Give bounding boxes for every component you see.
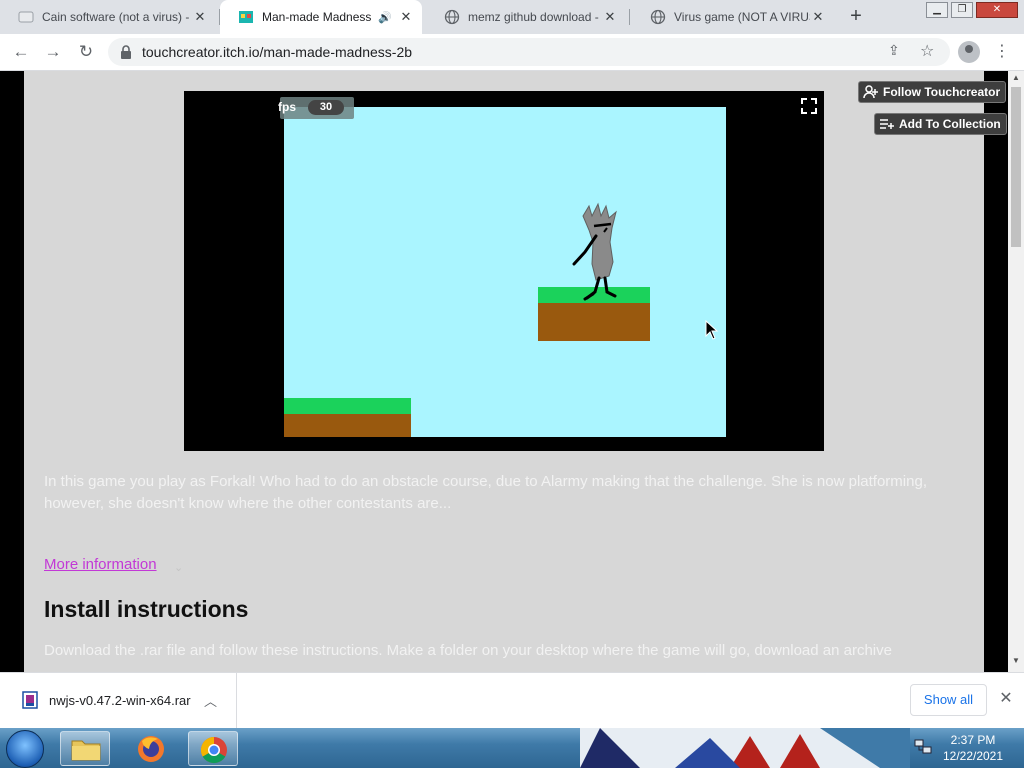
fps-label: fps [278, 100, 296, 114]
game-page-content: fps 30 In this game you play as Forkal! … [24, 71, 984, 672]
chevron-up-icon[interactable]: ︿ [204, 691, 217, 710]
rar-file-icon [22, 691, 38, 709]
follow-button[interactable]: Follow Touchcreator [858, 81, 1007, 103]
clock-date: 12/22/2021 [942, 749, 1004, 763]
network-icon[interactable] [914, 739, 932, 755]
chrome-icon [200, 736, 227, 764]
clock-time: 2:37 PM [950, 733, 996, 747]
close-tab-icon[interactable]: ✕ [398, 9, 414, 25]
itchio-favicon-icon [239, 11, 253, 23]
restore-window-button[interactable]: ❐ [951, 2, 973, 18]
taskbar-file-explorer[interactable] [60, 731, 110, 766]
globe-icon [444, 9, 460, 25]
game-canvas[interactable] [284, 107, 726, 437]
close-tab-icon[interactable]: ✕ [810, 9, 826, 25]
globe-icon [650, 9, 666, 25]
back-button[interactable]: ← [10, 41, 32, 63]
minimize-window-button[interactable]: ▁ [926, 2, 948, 18]
browser-menu-icon[interactable]: ⋮ [994, 41, 1010, 63]
game-frame[interactable]: fps 30 [184, 91, 824, 451]
fullscreen-icon[interactable] [801, 98, 817, 114]
install-instructions-text: Download the .rar file and follow these … [44, 642, 892, 659]
new-tab-button[interactable]: + [845, 6, 867, 28]
page-viewport: fps 30 In this game you play as Forkal! … [0, 71, 1008, 672]
speaker-icon[interactable]: 🔊 [378, 11, 392, 24]
ground-grass [284, 398, 411, 414]
more-information-link[interactable]: More information [44, 556, 157, 573]
download-file-name: nwjs-v0.47.2-win-x64.rar [49, 693, 191, 708]
folder-icon [71, 740, 101, 761]
tab-man-made-madness[interactable]: Man-made Madness 2 🔊 ✕ [220, 0, 422, 34]
ground-dirt [284, 414, 411, 437]
url-text[interactable]: touchcreator.itch.io/man-made-madness-2b [142, 44, 412, 60]
tab-memz-github[interactable]: memz github download - ✕ [426, 0, 626, 34]
show-all-downloads-button[interactable]: Show all [910, 684, 987, 716]
forkal-character [572, 202, 617, 301]
page-scrollbar[interactable]: ▲ ▼ [1008, 71, 1024, 672]
video-favicon-icon [18, 11, 34, 23]
windows-taskbar: 2:37 PM 12/22/2021 [0, 728, 1024, 768]
close-tab-icon[interactable]: ✕ [192, 9, 208, 25]
download-shelf: nwjs-v0.47.2-win-x64.rar ︿ Show all ✕ [0, 672, 1024, 729]
profile-avatar[interactable] [958, 41, 980, 63]
scroll-down-arrow[interactable]: ▼ [1008, 656, 1024, 668]
scroll-up-arrow[interactable]: ▲ [1008, 73, 1024, 85]
lock-icon[interactable] [118, 44, 134, 60]
taskbar-firefox[interactable] [126, 731, 176, 766]
system-clock[interactable]: 2:37 PM 12/22/2021 [940, 732, 1006, 764]
taskbar-chrome[interactable] [188, 731, 238, 766]
add-to-collection-button[interactable]: Add To Collection [874, 113, 1007, 135]
browser-toolbar: ← → ↻ touchcreator.itch.io/man-made-madn… [0, 34, 1024, 71]
bookmark-star-icon[interactable]: ☆ [920, 41, 934, 61]
close-window-button[interactable]: ✕ [976, 2, 1018, 18]
close-tab-icon[interactable]: ✕ [602, 9, 618, 25]
tab-strip: Cain software (not a virus) - Y ✕ Man-ma… [0, 0, 1024, 34]
install-instructions-heading: Install instructions [44, 596, 249, 622]
mouse-cursor-icon [705, 320, 719, 340]
share-icon[interactable]: ⇪ [888, 42, 900, 59]
close-download-shelf-icon[interactable]: ✕ [996, 689, 1016, 709]
reload-button[interactable]: ↻ [75, 41, 97, 63]
tab-cain-software[interactable]: Cain software (not a virus) - Y ✕ [0, 0, 216, 34]
game-description: In this game you play as Forkal! Who had… [44, 473, 927, 512]
tab-virus-game[interactable]: Virus game (NOT A VIRUS ✕ [632, 0, 834, 34]
playlist-add-icon [880, 119, 894, 129]
firefox-icon [138, 736, 164, 762]
start-button[interactable] [6, 730, 44, 768]
download-item[interactable]: nwjs-v0.47.2-win-x64.rar ︿ [0, 673, 237, 729]
chevron-down-icon[interactable]: ⌄ [174, 561, 183, 574]
add-user-icon [863, 85, 878, 99]
scroll-thumb[interactable] [1011, 87, 1021, 247]
forward-button[interactable]: → [42, 41, 64, 63]
fps-value: 30 [308, 100, 344, 115]
address-bar[interactable]: touchcreator.itch.io/man-made-madness-2b… [108, 38, 950, 66]
wallpaper-art [580, 728, 910, 768]
